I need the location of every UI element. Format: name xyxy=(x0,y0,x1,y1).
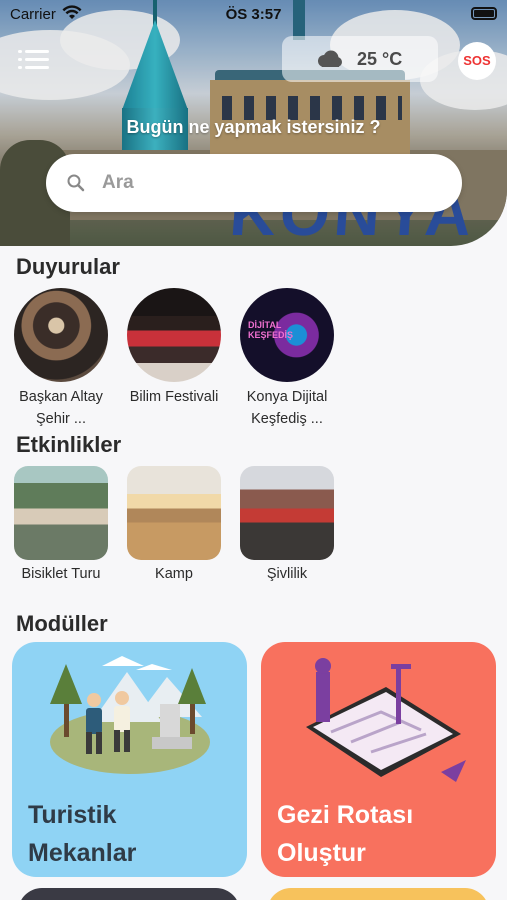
announcement-label: Keşfediş ... xyxy=(251,411,323,427)
announcement-label: Şehir ... xyxy=(36,411,86,427)
announcement-image: DİJİTAL KEŞFEDİŞ xyxy=(240,288,334,382)
announcement-item[interactable]: DİJİTAL KEŞFEDİŞ Konya Dijital Keşfediş … xyxy=(232,288,342,430)
announcements-title: Duyurular xyxy=(16,254,120,279)
temperature-label: 25 °C xyxy=(357,49,403,69)
poster-text: DİJİTAL KEŞFEDİŞ xyxy=(248,320,294,340)
search-input[interactable] xyxy=(102,167,432,199)
event-label: Şivlilik xyxy=(266,566,308,582)
announcement-item[interactable]: Başkan Altay Şehir ... xyxy=(6,288,116,430)
module-card-partial[interactable] xyxy=(267,888,489,900)
menu-list-icon[interactable] xyxy=(18,50,50,72)
module-label: Mekanlar xyxy=(28,839,137,867)
tourist-hiking-illustration xyxy=(50,656,210,774)
events-title: Etkinlikler xyxy=(16,432,122,457)
module-label: Turistik xyxy=(28,801,117,829)
event-image xyxy=(14,466,108,560)
announcement-label: Konya Dijital xyxy=(246,389,328,405)
cloud-icon xyxy=(318,50,342,67)
greeting-question: Bugün ne yapmak istersiniz ? xyxy=(126,117,381,137)
announcement-label: Başkan Altay xyxy=(19,389,103,405)
announcement-image xyxy=(127,288,221,382)
route-map-illustration xyxy=(306,658,466,782)
module-label: Oluştur xyxy=(277,839,366,867)
search-icon xyxy=(67,174,85,192)
module-card-turistik-mekanlar[interactable]: Turistik Mekanlar xyxy=(12,642,247,877)
module-card-partial[interactable] xyxy=(18,888,240,900)
battery-icon xyxy=(471,7,497,20)
announcement-item[interactable]: Bilim Festivali xyxy=(119,288,229,408)
event-image xyxy=(127,466,221,560)
event-item[interactable]: Kamp xyxy=(119,466,229,582)
module-card-gezi-rotasi[interactable]: Gezi Rotası Oluştur xyxy=(261,642,496,877)
event-label: Kamp xyxy=(155,566,193,582)
module-label: Gezi Rotası xyxy=(277,801,414,829)
announcement-label: Bilim Festivali xyxy=(129,389,219,405)
event-item[interactable]: Bisiklet Turu xyxy=(6,466,116,582)
announcement-image xyxy=(14,288,108,382)
clock: ÖS 3:57 xyxy=(225,6,282,23)
modules-title: Modüller xyxy=(16,611,108,636)
sos-button[interactable]: SOS xyxy=(458,42,496,80)
event-item[interactable]: Şivlilik xyxy=(232,466,342,582)
weather-widget[interactable]: 25 °C xyxy=(282,36,438,82)
event-image xyxy=(240,466,334,560)
event-label: Bisiklet Turu xyxy=(21,566,101,582)
search-bar[interactable] xyxy=(46,154,462,212)
status-bar: Carrier ÖS 3:57 xyxy=(0,0,507,30)
